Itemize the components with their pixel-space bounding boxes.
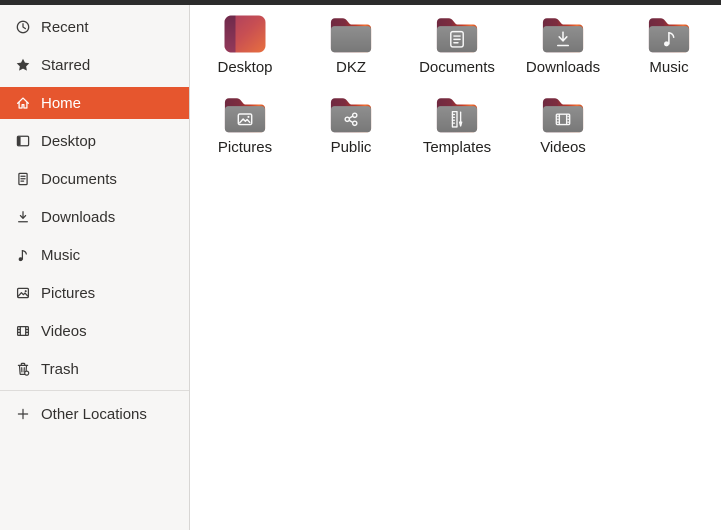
file-item-label: Downloads — [525, 59, 601, 76]
places-sidebar: Recent Starred Home Desktop Documents Downloa… — [0, 5, 190, 530]
file-item-desktop[interactable]: Desktop — [192, 12, 298, 92]
file-item-documents[interactable]: Documents — [404, 12, 510, 92]
sidebar-item-music[interactable]: Music — [0, 236, 189, 274]
folder-icon — [647, 12, 691, 56]
file-item-downloads[interactable]: Downloads — [510, 12, 616, 92]
folder-icon — [329, 92, 373, 136]
sidebar-item-label: Downloads — [41, 208, 116, 226]
plus-icon — [15, 406, 31, 422]
sidebar-item-label: Starred — [41, 56, 91, 74]
sidebar-item-desktop[interactable]: Desktop — [0, 122, 189, 160]
sidebar-item-downloads[interactable]: Downloads — [0, 198, 189, 236]
file-item-label: Videos — [540, 139, 586, 156]
file-item-label: Pictures — [217, 139, 273, 156]
sidebar-item-label: Recent — [41, 18, 89, 36]
sidebar-item-trash[interactable]: Trash — [0, 350, 189, 388]
folder-icon — [435, 92, 479, 136]
file-item-label: Templates — [422, 139, 492, 156]
sidebar-item-recent[interactable]: Recent — [0, 8, 189, 46]
file-item-label: Desktop — [217, 59, 273, 76]
sidebar-separator — [0, 390, 189, 391]
file-item-public[interactable]: Public — [298, 92, 404, 172]
sidebar-item-home[interactable]: Home — [0, 84, 189, 122]
sidebar-item-label: Videos — [41, 322, 87, 340]
sidebar-item-label: Documents — [41, 170, 117, 188]
file-item-pictures[interactable]: Pictures — [192, 92, 298, 172]
file-item-music[interactable]: Music — [616, 12, 721, 92]
files-panel: Desktop DKZ Documents Downloads Music Pi… — [190, 5, 721, 530]
picture-icon — [15, 285, 31, 301]
folder-icon — [223, 92, 267, 136]
desktop-gradient-icon — [222, 12, 268, 56]
sidebar-item-videos[interactable]: Videos — [0, 312, 189, 350]
clock-icon — [15, 19, 31, 35]
file-item-label: DKZ — [336, 59, 366, 76]
film-icon — [15, 323, 31, 339]
home-icon — [15, 95, 31, 111]
sidebar-item-label: Home — [41, 94, 82, 112]
download-icon — [15, 209, 31, 225]
trash-icon — [15, 361, 31, 377]
sidebar-item-pictures[interactable]: Pictures — [0, 274, 189, 312]
file-grid: Desktop DKZ Documents Downloads Music Pi… — [190, 5, 721, 172]
file-item-label: Music — [649, 59, 689, 76]
sidebar-item-label: Music — [41, 246, 81, 264]
file-item-dkz[interactable]: DKZ — [298, 12, 404, 92]
file-item-templates[interactable]: Templates — [404, 92, 510, 172]
file-item-videos[interactable]: Videos — [510, 92, 616, 172]
sidebar-item-starred[interactable]: Starred — [0, 46, 189, 84]
sidebar-item-label: Trash — [41, 360, 79, 378]
folder-icon — [541, 12, 585, 56]
music-note-icon — [15, 247, 31, 263]
document-icon — [15, 171, 31, 187]
sidebar-item-documents[interactable]: Documents — [0, 160, 189, 198]
file-item-label: Public — [330, 139, 372, 156]
sidebar-item-other-locations[interactable]: Other Locations — [0, 395, 189, 433]
folder-icon — [435, 12, 479, 56]
sidebar-list: Recent Starred Home Desktop Documents Downloa… — [0, 8, 189, 388]
sidebar-item-label: Desktop — [41, 132, 97, 150]
folder-icon — [329, 12, 373, 56]
folder-icon — [541, 92, 585, 136]
file-item-label: Documents — [419, 59, 495, 76]
star-icon — [15, 57, 31, 73]
sidebar-item-label: Other Locations — [41, 405, 147, 423]
sidebar-item-label: Pictures — [41, 284, 96, 302]
desktop-icon — [15, 133, 31, 149]
